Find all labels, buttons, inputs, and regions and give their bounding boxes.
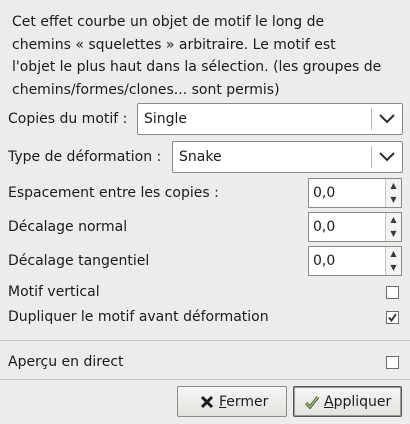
spin-buttons: ▲ ▼ [385,247,401,275]
arrow-down-icon[interactable]: ▼ [386,261,401,275]
close-button[interactable]: Fermer [177,386,287,417]
normal-offset-value[interactable]: 0,0 [313,219,335,235]
description-line: chemins « squelettes » arbitraire. Le mo… [12,36,336,53]
deformation-combobox[interactable]: Snake [172,141,403,173]
normal-offset-label: Décalage normal [8,219,128,235]
copies-combobox[interactable]: Single [137,103,403,135]
apply-button[interactable]: Appliquer [293,386,402,417]
arrow-down-icon[interactable]: ▼ [386,193,401,207]
effect-description: Cet effet courbe un objet de motif le lo… [12,11,406,101]
spacing-spinbutton[interactable]: 0,0 ▲ ▼ [308,178,402,208]
separator [0,340,410,341]
live-preview-label: Aperçu en direct [8,354,124,370]
close-icon [200,395,214,409]
vertical-pattern-checkbox[interactable] [386,286,399,299]
copies-value: Single [144,111,188,127]
spacing-value[interactable]: 0,0 [313,185,335,201]
spin-buttons: ▲ ▼ [385,179,401,207]
deformation-label: Type de déformation : [8,149,162,165]
deformation-value: Snake [179,149,222,165]
path-effect-dialog: Cet effet courbe un objet de motif le lo… [0,0,410,424]
arrow-down-icon[interactable]: ▼ [386,227,401,241]
separator [0,379,410,380]
description-line: Cet effet courbe un objet de motif le lo… [12,14,325,30]
description-line: chemins/formes/clones... sont permis) [12,81,280,98]
tangential-offset-label: Décalage tangentiel [8,253,150,269]
apply-label: Appliquer [324,394,392,410]
tangential-offset-spinbutton[interactable]: 0,0 ▲ ▼ [308,246,402,276]
spin-buttons: ▲ ▼ [385,213,401,241]
normal-offset-spinbutton[interactable]: 0,0 ▲ ▼ [308,212,402,242]
description-line: l'objet le plus haut dans la sélection. … [12,59,382,75]
checkmark-icon [304,396,320,410]
chevron-down-icon [379,152,395,162]
spacing-label: Espacement entre les copies : [8,185,219,201]
arrow-up-icon[interactable]: ▲ [386,213,401,227]
checkmark-icon [388,313,397,322]
duplicate-pattern-label: Dupliquer le motif avant déformation [8,309,269,325]
close-label: Fermer [219,394,269,410]
arrow-up-icon[interactable]: ▲ [386,179,401,193]
copies-label: Copies du motif : [8,111,128,127]
arrow-up-icon[interactable]: ▲ [386,247,401,261]
live-preview-checkbox[interactable] [386,356,399,369]
combo-separator [371,146,372,168]
combo-separator [371,108,372,130]
tangential-offset-value[interactable]: 0,0 [313,253,335,269]
chevron-down-icon [379,114,395,124]
duplicate-pattern-checkbox[interactable] [386,311,399,324]
vertical-pattern-label: Motif vertical [8,284,100,300]
